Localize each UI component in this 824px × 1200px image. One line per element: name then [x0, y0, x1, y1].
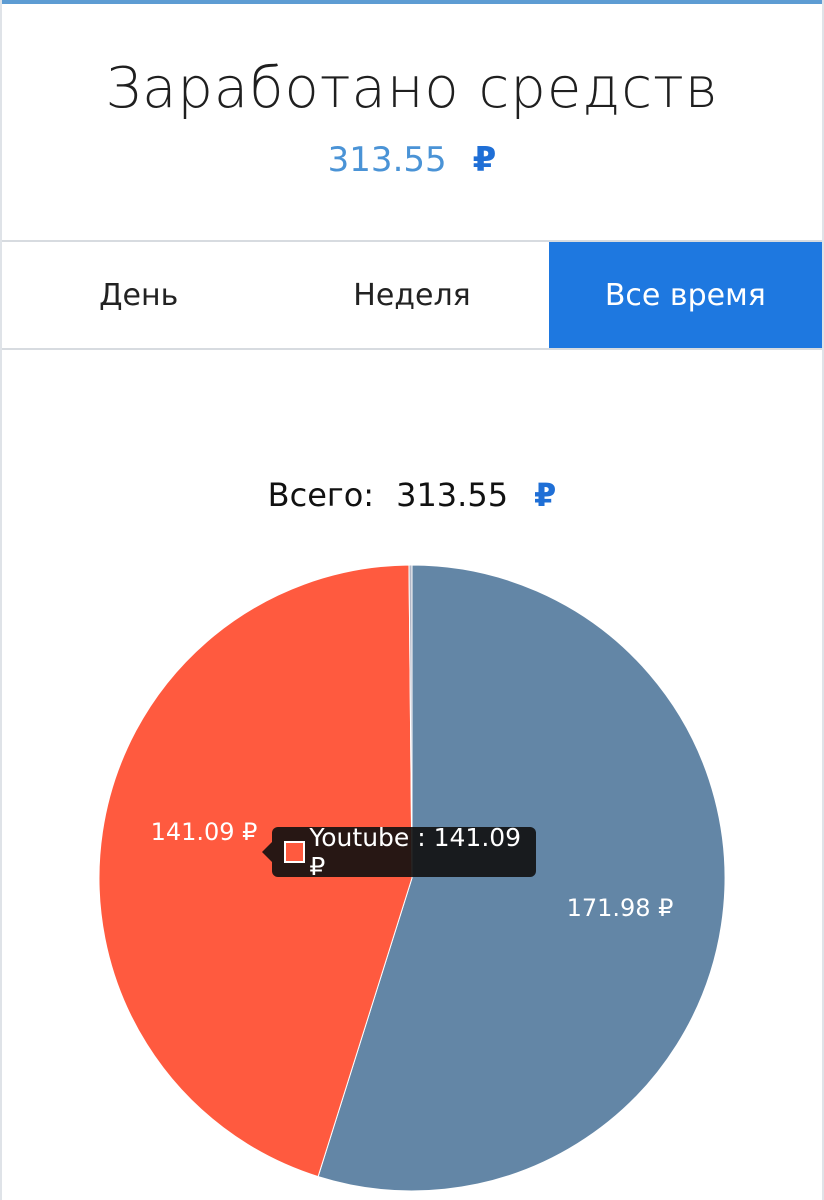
ruble-icon: ₽	[472, 140, 497, 180]
tooltip-swatch	[284, 841, 306, 863]
tab-all-time[interactable]: Все время	[548, 242, 822, 348]
slice-value-label: 141.09 ₽	[151, 818, 258, 846]
tab-day[interactable]: День	[2, 242, 275, 348]
chart-tooltip: Youtube : 141.09 ₽	[262, 823, 536, 881]
period-tabs: День Неделя Все время	[2, 240, 822, 350]
total-label: Всего:	[267, 476, 375, 514]
total-summary: Всего: 313.55 ₽	[0, 476, 824, 514]
tooltip-text: Youtube : 141.09 ₽	[309, 823, 522, 881]
page-title: Заработано средств	[105, 56, 719, 121]
earned-amount: 313.55 ₽	[2, 140, 822, 180]
ruble-icon: ₽	[534, 476, 557, 514]
earnings-header: Заработано средств 313.55 ₽	[2, 4, 822, 240]
earned-value: 313.55	[327, 140, 447, 180]
slice-value-label: 171.98 ₽	[567, 894, 674, 922]
total-value: 313.55	[396, 476, 509, 514]
tab-week[interactable]: Неделя	[275, 242, 548, 348]
